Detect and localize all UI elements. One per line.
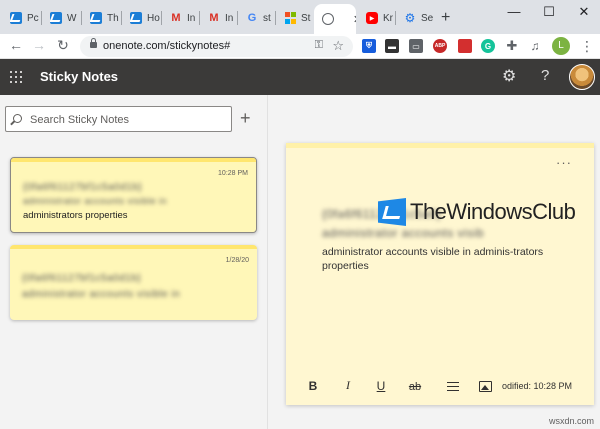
- settings-icon[interactable]: ⚙: [502, 66, 516, 86]
- user-avatar[interactable]: [569, 64, 595, 90]
- add-note-button[interactable]: +: [240, 109, 251, 127]
- note-preview-line: {0fa6f61127bf1c5a0d1b}: [22, 273, 142, 284]
- lock-icon: [90, 38, 97, 48]
- bullet-list-icon[interactable]: [447, 382, 459, 391]
- site-watermark: wsxdn.com: [548, 416, 594, 426]
- tab-label: In: [225, 12, 234, 24]
- app-title: Sticky Notes: [40, 69, 119, 84]
- search-input[interactable]: [30, 111, 228, 128]
- red-extension-icon[interactable]: [458, 39, 472, 53]
- strikethrough-button[interactable]: ab: [407, 381, 423, 393]
- screen-extension-icon[interactable]: ▭: [409, 39, 423, 53]
- tab-label: Se: [421, 12, 434, 24]
- note-editor-pane: ··· {0fa6f61127bf1c5a0} administrator ac…: [269, 95, 600, 429]
- url-text: onenote.com/stickynotes#: [103, 40, 231, 52]
- note-body-text[interactable]: administrator accounts visible in admini…: [322, 245, 562, 273]
- notes-list-pane: + 10:28 PM {0fa6f61127bf1c5a0d1b} admini…: [0, 95, 268, 429]
- browser-tab-10[interactable]: ⚙ Se: [396, 6, 434, 30]
- note-preview-line: {0fa6f61127bf1c5a0d1b}: [23, 182, 143, 193]
- browser-tab-0[interactable]: Pc: [2, 6, 42, 30]
- maximize-button[interactable]: ☐: [535, 4, 563, 20]
- browser-tab-5[interactable]: M In: [200, 6, 238, 30]
- browser-tab-3[interactable]: Ho: [122, 6, 162, 30]
- bookmark-star-icon[interactable]: ☆: [332, 38, 344, 54]
- media-control-icon[interactable]: ♫: [528, 39, 542, 53]
- browser-tab-7[interactable]: St: [276, 6, 314, 30]
- extensions-puzzle-icon[interactable]: ✚: [505, 38, 519, 53]
- tab-label: st: [263, 12, 271, 24]
- open-note[interactable]: ··· {0fa6f61127bf1c5a0} administrator ac…: [286, 143, 594, 405]
- browser-toolbar: ← → ↻ onenote.com/stickynotes# ⚿ ☆ ⛨ ▬ ▭…: [0, 34, 600, 59]
- note-preview-line: administrator accounts visible in: [22, 289, 181, 300]
- tab-label: St: [301, 12, 311, 24]
- google-icon: G: [247, 12, 257, 24]
- profile-avatar[interactable]: L: [552, 37, 570, 55]
- twc-icon: [10, 12, 22, 24]
- browser-tab-1[interactable]: W: [42, 6, 82, 30]
- note-preview-line: administrators properties: [23, 210, 128, 221]
- key-icon[interactable]: ⚿: [315, 39, 323, 52]
- thewindowsclub-logo-icon: [378, 198, 406, 226]
- watermark-text: TheWindowsClub: [410, 199, 576, 224]
- app-launcher-icon[interactable]: [10, 71, 22, 83]
- italic-button[interactable]: I: [340, 378, 356, 393]
- more-options-icon[interactable]: ···: [556, 155, 572, 170]
- back-button[interactable]: ←: [6, 37, 26, 53]
- reload-button[interactable]: ↻: [53, 37, 73, 54]
- twc-icon: [130, 12, 142, 24]
- browser-tab-strip: Pc W Th Ho MIn MIn Gst St ✕ ▶Kr ⚙Se + — …: [0, 0, 600, 34]
- tab-label: Ho: [147, 12, 160, 24]
- tab-label: Pc: [27, 12, 39, 24]
- bold-button[interactable]: B: [305, 379, 321, 393]
- twc-icon: [50, 12, 62, 24]
- close-tab-icon[interactable]: ✕: [353, 13, 356, 26]
- tab-label: W: [67, 12, 77, 24]
- search-icon: [13, 114, 22, 123]
- microsoft-icon: [284, 12, 296, 24]
- close-window-button[interactable]: ✕: [570, 4, 598, 20]
- note-card-selected[interactable]: 10:28 PM {0fa6f61127bf1c5a0d1b} administ…: [10, 157, 257, 233]
- bitwarden-extension-icon[interactable]: ⛨: [362, 39, 376, 53]
- gmail-icon: M: [209, 12, 219, 24]
- modified-timestamp: odified: 10:28 PM: [501, 381, 572, 391]
- browser-tab-4[interactable]: M In: [162, 6, 200, 30]
- browser-tab-active[interactable]: ✕: [314, 4, 356, 34]
- note-card[interactable]: 1/28/20 {0fa6f61127bf1c5a0d1b} administr…: [10, 245, 257, 320]
- browser-tab-9[interactable]: ▶ Kr: [358, 6, 396, 30]
- adblock-plus-icon[interactable]: ABP: [433, 39, 447, 53]
- dark-extension-icon[interactable]: ▬: [385, 39, 399, 53]
- help-icon[interactable]: ?: [541, 67, 549, 84]
- browser-tab-2[interactable]: Th: [82, 6, 122, 30]
- thewindowsclub-watermark: TheWindowsClub: [378, 198, 576, 226]
- twc-icon: [90, 12, 102, 24]
- browser-tab-6[interactable]: Gst: [238, 6, 276, 30]
- app-header: Sticky Notes ⚙ ?: [0, 59, 600, 95]
- grammarly-icon[interactable]: G: [481, 39, 495, 53]
- new-tab-button[interactable]: +: [441, 9, 450, 27]
- tab-label: Kr: [383, 12, 393, 24]
- gmail-icon: M: [171, 12, 181, 24]
- add-image-icon[interactable]: [479, 381, 492, 392]
- note-date: 10:28 PM: [218, 170, 248, 177]
- tab-label: Th: [107, 12, 119, 24]
- note-date: 1/28/20: [225, 257, 249, 264]
- forward-button[interactable]: →: [29, 37, 49, 53]
- note-text-line[interactable]: administrator accounts visib: [322, 226, 484, 240]
- browser-menu-icon[interactable]: ⋮: [580, 38, 594, 55]
- address-bar[interactable]: onenote.com/stickynotes# ⚿ ☆: [80, 36, 353, 57]
- youtube-icon: ▶: [366, 12, 378, 24]
- settings-gear-icon: ⚙: [404, 11, 416, 25]
- search-box[interactable]: [5, 106, 232, 132]
- underline-button[interactable]: U: [373, 379, 389, 393]
- globe-icon: [322, 13, 334, 25]
- minimize-button[interactable]: —: [500, 4, 528, 19]
- tab-label: In: [187, 12, 196, 24]
- note-preview-line: administrator accounts visible in: [23, 196, 168, 206]
